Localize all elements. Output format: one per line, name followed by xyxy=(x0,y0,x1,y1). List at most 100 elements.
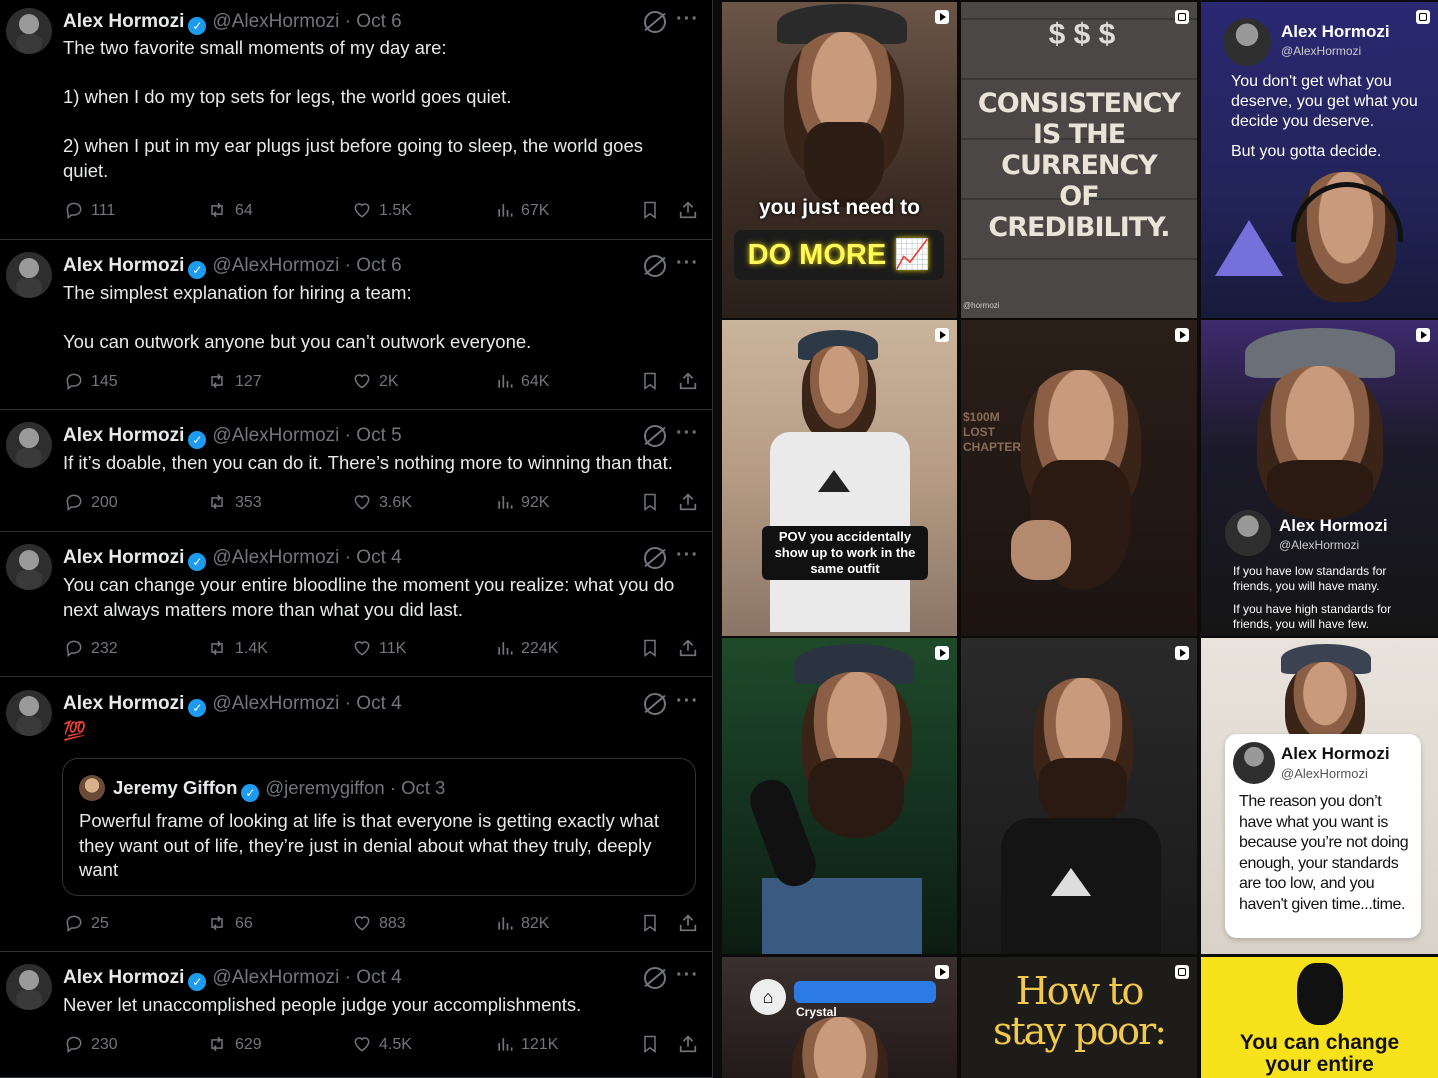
avatar[interactable] xyxy=(6,544,52,590)
reply-button[interactable]: 230 xyxy=(63,1033,118,1057)
quoted-author-handle[interactable]: @jeremygiffon xyxy=(265,777,384,798)
views-button[interactable]: 64K xyxy=(495,370,549,394)
author-name[interactable]: Alex Hormozi xyxy=(63,11,184,32)
like-button[interactable]: 883 xyxy=(351,912,406,936)
tweet[interactable]: Alex Hormozi ✓ @AlexHormozi · Oct 6 ··· Th… xyxy=(0,0,712,240)
media-tile-2[interactable]: $ $ $ CONSISTENCY IS THE CURRENCY OF CREDIBI… xyxy=(961,2,1197,318)
tile-author-handle: @AlexHormozi xyxy=(1281,44,1362,58)
share-button[interactable] xyxy=(677,637,705,662)
author-handle[interactable]: @AlexHormozi xyxy=(212,11,339,32)
share-button[interactable] xyxy=(677,1033,705,1058)
repost-button[interactable]: 1.4K xyxy=(205,637,268,661)
author-handle[interactable]: @AlexHormozi xyxy=(212,547,339,568)
author-name[interactable]: Alex Hormozi xyxy=(63,425,184,446)
more-options-icon[interactable]: ··· xyxy=(676,544,699,566)
media-tile-7[interactable] xyxy=(722,638,957,954)
media-tile-3[interactable]: Alex Hormozi @AlexHormozi You don't get … xyxy=(1201,2,1438,318)
more-options-icon[interactable]: ··· xyxy=(676,964,699,986)
bookmark-button[interactable] xyxy=(640,491,666,516)
tweet-date[interactable]: Oct 6 xyxy=(356,255,401,276)
avatar[interactable] xyxy=(6,964,52,1010)
reply-button[interactable]: 145 xyxy=(63,370,118,394)
media-tile-4[interactable]: POV you accidentally show up to work in … xyxy=(722,320,957,636)
tweet[interactable]: Alex Hormozi ✓ @AlexHormozi · Oct 6 ··· Th… xyxy=(0,240,712,410)
avatar[interactable] xyxy=(6,252,52,298)
author-handle[interactable]: @AlexHormozi xyxy=(212,693,339,714)
avatar[interactable] xyxy=(6,8,52,54)
views-button[interactable]: 121K xyxy=(495,1033,558,1057)
more-options-icon[interactable]: ··· xyxy=(676,690,699,712)
share-button[interactable] xyxy=(677,491,705,516)
quoted-date[interactable]: Oct 3 xyxy=(401,777,445,798)
avatar[interactable] xyxy=(6,422,52,468)
repost-button[interactable]: 64 xyxy=(205,199,253,223)
reply-button[interactable]: 25 xyxy=(63,912,109,936)
like-button[interactable]: 2K xyxy=(351,370,399,394)
share-button[interactable] xyxy=(677,199,705,224)
more-options-icon[interactable]: ··· xyxy=(676,8,699,30)
tweet-date[interactable]: Oct 6 xyxy=(356,11,401,32)
author-handle[interactable]: @AlexHormozi xyxy=(212,967,339,988)
media-tile-11[interactable]: How to stay poor: xyxy=(961,957,1197,1078)
tweet-date[interactable]: Oct 4 xyxy=(356,547,401,568)
repost-button[interactable]: 353 xyxy=(205,491,262,515)
quoted-tweet[interactable]: Jeremy Giffon ✓ @jeremygiffon · Oct 3 Powe… xyxy=(62,758,696,896)
consistency-text-line: OF xyxy=(1059,181,1099,212)
tweet-date[interactable]: Oct 5 xyxy=(356,425,401,446)
media-tile-12[interactable]: You can change your entire xyxy=(1201,957,1438,1078)
reply-button[interactable]: 232 xyxy=(63,637,118,661)
quoted-author-name[interactable]: Jeremy Giffon xyxy=(113,777,237,798)
grok-icon[interactable] xyxy=(644,255,666,277)
media-tile-9[interactable]: Alex Hormozi @AlexHormozi The reason you… xyxy=(1201,638,1438,954)
media-tile-1[interactable]: you just need to DO MORE 📈 xyxy=(722,2,957,318)
grok-icon[interactable] xyxy=(644,547,666,569)
video-icon xyxy=(1416,328,1430,342)
author-name[interactable]: Alex Hormozi xyxy=(63,255,184,276)
grok-icon[interactable] xyxy=(644,425,666,447)
media-tile-5[interactable]: $100M LOST CHAPTERS xyxy=(961,320,1197,636)
like-button[interactable]: 11K xyxy=(351,637,406,661)
like-button[interactable]: 1.5K xyxy=(351,199,412,223)
tweet[interactable]: Alex Hormozi ✓ @AlexHormozi · Oct 4 ··· Ne… xyxy=(0,952,712,1078)
tweet[interactable]: Alex Hormozi ✓ @AlexHormozi · Oct 4 ··· 💯 … xyxy=(0,677,712,952)
bookmark-button[interactable] xyxy=(640,199,666,224)
author-name[interactable]: Alex Hormozi xyxy=(63,967,184,988)
tweet-date[interactable]: Oct 4 xyxy=(356,693,401,714)
author-handle[interactable]: @AlexHormozi xyxy=(212,425,339,446)
quoted-header: Jeremy Giffon ✓ @jeremygiffon · Oct 3 xyxy=(113,777,446,802)
like-button[interactable]: 4.5K xyxy=(351,1033,412,1057)
bookmark-button[interactable] xyxy=(640,912,666,937)
tweet[interactable]: Alex Hormozi ✓ @AlexHormozi · Oct 5 ··· If… xyxy=(0,410,712,532)
author-name[interactable]: Alex Hormozi xyxy=(63,547,184,568)
avatar[interactable] xyxy=(6,690,52,736)
tweet-date[interactable]: Oct 4 xyxy=(356,967,401,988)
media-tile-10[interactable]: ⌂ Crystal xyxy=(722,957,957,1078)
media-tile-6[interactable]: Alex Hormozi @AlexHormozi If you have lo… xyxy=(1201,320,1438,636)
grok-icon[interactable] xyxy=(644,967,666,989)
share-button[interactable] xyxy=(677,912,705,937)
repost-button[interactable]: 66 xyxy=(205,912,253,936)
grok-icon[interactable] xyxy=(644,11,666,33)
author-handle[interactable]: @AlexHormozi xyxy=(212,255,339,276)
title-line-2: stay poor: xyxy=(992,1009,1167,1053)
bookmark-button[interactable] xyxy=(640,370,666,395)
repost-button[interactable]: 629 xyxy=(205,1033,262,1057)
bookmark-button[interactable] xyxy=(640,1033,666,1058)
views-button[interactable]: 82K xyxy=(495,912,549,936)
repost-button[interactable]: 127 xyxy=(205,370,262,394)
quoted-avatar[interactable] xyxy=(79,775,105,801)
more-options-icon[interactable]: ··· xyxy=(676,422,699,444)
reply-button[interactable]: 111 xyxy=(63,199,115,223)
tweet[interactable]: Alex Hormozi ✓ @AlexHormozi · Oct 4 ··· Yo… xyxy=(0,532,712,677)
views-button[interactable]: 224K xyxy=(495,637,558,661)
bookmark-button[interactable] xyxy=(640,637,666,662)
share-button[interactable] xyxy=(677,370,705,395)
grok-icon[interactable] xyxy=(644,693,666,715)
views-button[interactable]: 67K xyxy=(495,199,549,223)
more-options-icon[interactable]: ··· xyxy=(676,252,699,274)
media-tile-8[interactable] xyxy=(961,638,1197,954)
like-button[interactable]: 3.6K xyxy=(351,491,412,515)
reply-button[interactable]: 200 xyxy=(63,491,118,515)
views-button[interactable]: 92K xyxy=(495,491,549,515)
author-name[interactable]: Alex Hormozi xyxy=(63,693,184,714)
